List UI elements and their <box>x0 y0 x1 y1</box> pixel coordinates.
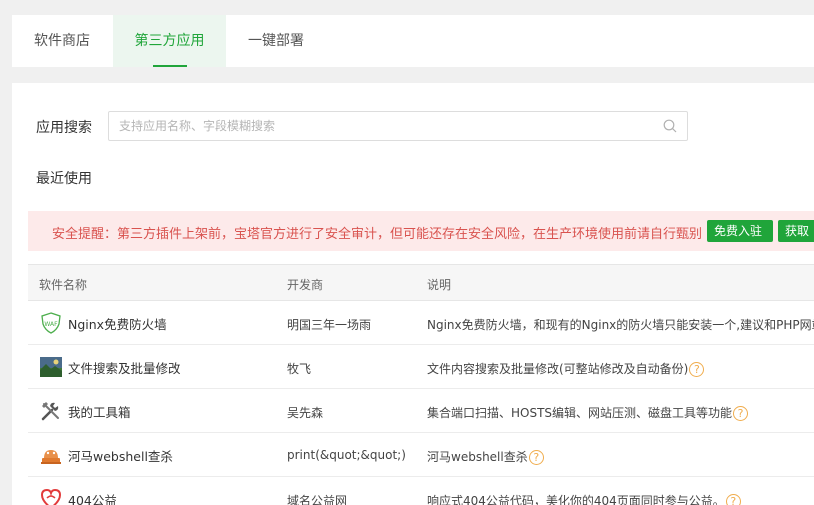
get-button[interactable]: 获取 <box>778 220 814 242</box>
app-developer: 明国三年一场雨 <box>287 318 372 332</box>
app-description: 文件内容搜索及批量修改(可整站修改及自动备份)? <box>427 360 705 377</box>
hippo-icon <box>41 450 61 464</box>
app-description-text: 文件内容搜索及批量修改(可整站修改及自动备份) <box>427 362 689 376</box>
help-icon[interactable]: ? <box>733 406 749 421</box>
app-description: 响应式404公益代码，美化你的404页面同时参与公益。? <box>427 492 741 505</box>
app-table: 软件名称 开发商 说明 WAF Nginx免费防火墙 明国三年一场雨 Nginx… <box>28 264 814 505</box>
tab-third-party-apps-label: 第三方应用 <box>134 33 205 49</box>
search-icon[interactable] <box>663 119 677 133</box>
app-name[interactable]: 404公益 <box>68 490 117 505</box>
recent-used-heading: 最近使用 <box>36 171 92 187</box>
search-label: 应用搜索 <box>36 120 92 136</box>
app-developer: 域名公益网 <box>287 494 348 505</box>
app-name[interactable]: Nginx免费防火墙 <box>68 314 167 333</box>
app-description: 河马webshell查杀? <box>427 448 544 465</box>
app-developer: 吴先森 <box>287 406 324 420</box>
security-alert-text: 安全提醒：第三方插件上架前，宝塔官方进行了安全审计，但可能还存在安全风险，在生产… <box>52 227 703 242</box>
table-row[interactable]: 我的工具箱 吴先森 集合端口扫描、HOSTS编辑、网站压测、磁盘工具等功能? <box>28 389 814 433</box>
table-row[interactable]: 文件搜索及批量修改 牧飞 文件内容搜索及批量修改(可整站修改及自动备份)? <box>28 345 814 389</box>
waf-shield-icon: WAF <box>41 312 61 334</box>
table-header: 软件名称 开发商 说明 <box>28 265 814 301</box>
help-icon[interactable]: ? <box>725 494 741 505</box>
header-software-name: 软件名称 <box>39 278 88 292</box>
landscape-photo-icon <box>40 357 62 377</box>
tab-one-click-deploy[interactable]: 一键部署 <box>238 15 314 67</box>
free-join-button[interactable]: 免费入驻 <box>707 220 773 242</box>
table-row[interactable]: 404公益 域名公益网 响应式404公益代码，美化你的404页面同时参与公益。? <box>28 477 814 505</box>
table-row[interactable]: WAF Nginx免费防火墙 明国三年一场雨 Nginx免费防火墙，和现有的Ng… <box>28 301 814 345</box>
table-row[interactable]: 河马webshell查杀 print(&quot;&quot;) 河马websh… <box>28 433 814 477</box>
app-description: Nginx免费防火墙，和现有的Nginx的防火墙只能安装一个,建议和PHP网站 <box>427 318 814 332</box>
search-input[interactable] <box>109 112 649 140</box>
help-icon[interactable]: ? <box>689 362 705 377</box>
app-description: 集合端口扫描、HOSTS编辑、网站压测、磁盘工具等功能? <box>427 404 749 421</box>
tab-software-store[interactable]: 软件商店 <box>22 15 102 67</box>
search-box <box>108 111 688 141</box>
security-alert: 安全提醒：第三方插件上架前，宝塔官方进行了安全审计，但可能还存在安全风险，在生产… <box>28 211 814 251</box>
active-tab-underline <box>153 65 187 67</box>
app-developer: print(&quot;&quot;) <box>287 448 406 462</box>
main-panel: 应用搜索 最近使用 安全提醒：第三方插件上架前，宝塔官方进行了安全审计，但可能还… <box>12 83 814 505</box>
app-developer: 牧飞 <box>287 362 312 376</box>
tab-third-party-apps[interactable]: 第三方应用 <box>113 15 226 67</box>
header-developer: 开发商 <box>287 278 324 292</box>
app-name[interactable]: 文件搜索及批量修改 <box>68 358 181 377</box>
app-name[interactable]: 河马webshell查杀 <box>68 446 173 465</box>
tools-icon <box>41 402 59 421</box>
app-description-text: 河马webshell查杀 <box>427 450 528 464</box>
help-icon[interactable]: ? <box>528 450 544 465</box>
app-name[interactable]: 我的工具箱 <box>68 402 131 421</box>
header-description: 说明 <box>427 278 452 292</box>
app-description-text: 响应式404公益代码，美化你的404页面同时参与公益。 <box>427 494 725 505</box>
svg-text:WAF: WAF <box>44 321 58 328</box>
tab-bar: 软件商店 第三方应用 一键部署 <box>12 15 814 67</box>
app-description-text: 集合端口扫描、HOSTS编辑、网站压测、磁盘工具等功能 <box>427 406 733 420</box>
heart-charity-icon <box>40 488 62 505</box>
